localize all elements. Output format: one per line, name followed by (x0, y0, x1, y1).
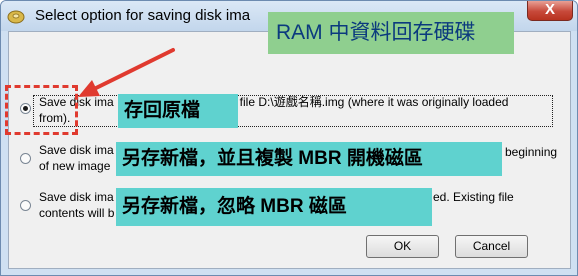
disk-icon (7, 10, 25, 24)
window-title: Select option for saving disk ima (35, 7, 251, 24)
annotation-option-3: 另存新檔，忽略 MBR 磁區 (116, 188, 432, 226)
radio-save-new-ignore-mbr[interactable] (20, 200, 31, 211)
ok-button[interactable]: OK (366, 235, 439, 258)
cancel-button[interactable]: Cancel (455, 235, 528, 258)
option-2-text-line2: of new image (39, 159, 111, 173)
option-2-text-start: Save disk ima (39, 143, 114, 157)
close-button[interactable]: X (527, 1, 573, 21)
option-2-text-end: beginning (505, 145, 558, 159)
option-1-text-end: ge file D:\遊戲名稱.img (where it was origin… (223, 95, 509, 109)
highlight-box (5, 85, 78, 135)
option-3-text-end: ed. Existing file (433, 190, 514, 204)
option-3-text-start: Save disk ima (39, 190, 114, 204)
annotation-header: RAM 中資料回存硬碟 (268, 12, 514, 54)
option-3-text-line2: contents will b (39, 206, 115, 220)
radio-save-new-with-mbr[interactable] (20, 153, 31, 164)
annotation-option-2: 另存新檔，並且複製 MBR 開機磁區 (116, 142, 502, 176)
annotation-option-1: 存回原檔 (118, 94, 238, 128)
